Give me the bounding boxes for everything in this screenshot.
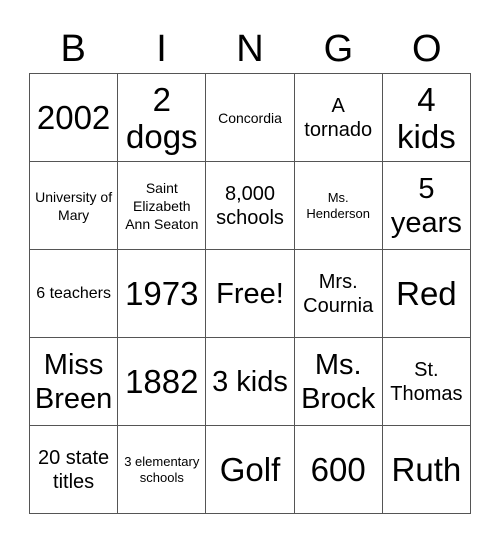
bingo-cell[interactable]: 600 <box>294 426 383 514</box>
bingo-cell-text: 5 years <box>390 172 462 239</box>
bingo-cell[interactable]: 1973 <box>118 250 207 338</box>
bingo-cell[interactable]: 8,000 schools <box>206 162 295 250</box>
header-letter-g: G <box>323 28 354 70</box>
bingo-cell[interactable]: 2002 <box>30 74 119 162</box>
bingo-cell-text: Saint Elizabeth Ann Seaton <box>125 179 199 232</box>
bingo-cell[interactable]: Red <box>382 250 471 338</box>
bingo-cell-text: Ms. Brock <box>301 348 376 415</box>
bingo-cell-text: Free! <box>216 277 284 310</box>
bingo-cell-text: Red <box>396 275 457 312</box>
free-space-cell[interactable]: Free! <box>206 250 295 338</box>
bingo-cell-text: University of Mary <box>35 188 113 223</box>
header-letter-n: N <box>236 28 264 70</box>
bingo-cell[interactable]: 6 teachers <box>30 250 119 338</box>
bingo-cell[interactable]: 3 elementary schools <box>118 426 207 514</box>
bingo-cell[interactable]: University of Mary <box>30 162 119 250</box>
bingo-cell-text: Mrs. Cournia <box>303 270 374 317</box>
bingo-cell-text: 2 dogs <box>126 80 198 155</box>
bingo-cell-text: Ruth <box>391 451 462 488</box>
bingo-cell[interactable]: Saint Elizabeth Ann Seaton <box>118 162 207 250</box>
bingo-cell-text: 8,000 schools <box>216 182 284 229</box>
bingo-cell-text: 3 elementary schools <box>124 453 200 485</box>
bingo-card-grid: 2002 2 dogs Concordia A tornado 4 kids Univer… <box>29 73 471 514</box>
bingo-cell-text: Concordia <box>218 109 282 126</box>
header-letter-o: O <box>411 28 442 70</box>
bingo-cell[interactable]: 3 kids <box>206 338 295 426</box>
bingo-cell[interactable]: 2 dogs <box>118 74 207 162</box>
header-letter-b: B <box>60 28 86 70</box>
bingo-cell-text: Ms. Henderson <box>306 189 370 221</box>
bingo-cell-text: Miss Breen <box>34 348 113 415</box>
bingo-cell-text: 1882 <box>125 363 199 400</box>
bingo-cell[interactable]: 5 years <box>382 162 471 250</box>
bingo-cell[interactable]: Golf <box>206 426 295 514</box>
bingo-cell-text: 2002 <box>36 99 111 136</box>
bingo-cell-text: 600 <box>310 451 366 488</box>
header-letter-i: I <box>156 28 167 70</box>
bingo-cell[interactable]: Ms. Brock <box>294 338 383 426</box>
bingo-cell[interactable]: 20 state titles <box>30 426 119 514</box>
bingo-cell[interactable]: 1882 <box>118 338 207 426</box>
bingo-cell[interactable]: Mrs. Cournia <box>294 250 383 338</box>
bingo-cell-text: 6 teachers <box>36 285 111 302</box>
bingo-cell[interactable]: A tornado <box>294 74 383 162</box>
bingo-cell-text: 20 state titles <box>38 446 110 493</box>
bingo-cell-text: 1973 <box>125 275 199 312</box>
bingo-cell-text: St. Thomas <box>390 358 463 405</box>
bingo-cell-text: 3 kids <box>212 365 288 398</box>
bingo-cell[interactable]: 4 kids <box>382 74 471 162</box>
bingo-cell-text: 4 kids <box>397 80 456 155</box>
bingo-cell[interactable]: Miss Breen <box>30 338 119 426</box>
bingo-cell[interactable]: St. Thomas <box>382 338 471 426</box>
bingo-cell[interactable]: Ms. Henderson <box>294 162 383 250</box>
bingo-header: B I N G O <box>29 24 471 74</box>
bingo-cell-text: Golf <box>219 451 281 488</box>
bingo-cell-text: A tornado <box>304 94 373 141</box>
bingo-cell[interactable]: Ruth <box>382 426 471 514</box>
bingo-cell[interactable]: Concordia <box>206 74 295 162</box>
